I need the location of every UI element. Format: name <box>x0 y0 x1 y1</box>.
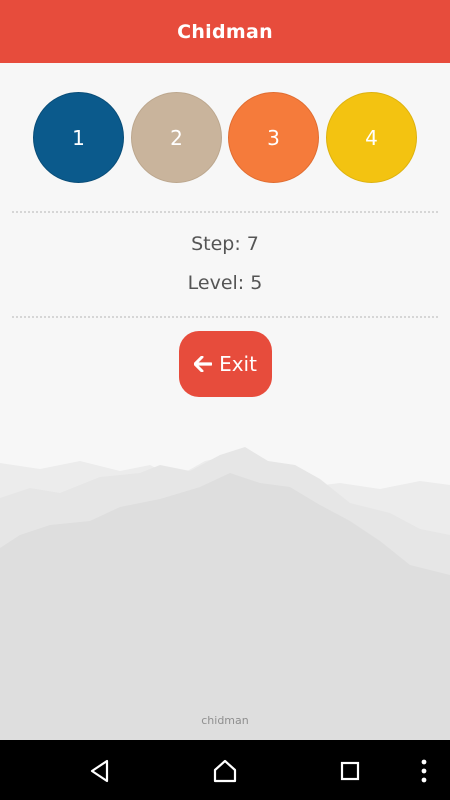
exit-button[interactable]: Exit <box>179 331 272 397</box>
app-title: Chidman <box>177 20 273 43</box>
exit-label: Exit <box>219 352 257 376</box>
system-nav-bar <box>0 740 450 800</box>
top-divider <box>12 211 438 213</box>
bottom-divider <box>12 316 438 318</box>
mountain-background <box>0 447 450 740</box>
game-screen: 1 2 3 4 Step: 7 Level: 5 Exit chidman <box>0 63 450 740</box>
arrow-left-icon <box>194 356 213 372</box>
app-bar: Chidman <box>0 0 450 63</box>
home-icon[interactable] <box>212 758 238 784</box>
back-icon[interactable] <box>87 758 113 784</box>
circle-button-2[interactable]: 2 <box>131 92 222 183</box>
level-indicator: Level: 5 <box>187 272 263 294</box>
more-icon[interactable] <box>418 757 430 785</box>
circle-button-1[interactable]: 1 <box>33 92 124 183</box>
footer-text: chidman <box>201 714 249 727</box>
circle-button-4[interactable]: 4 <box>326 92 417 183</box>
recents-icon[interactable] <box>337 758 363 784</box>
step-counter: Step: 7 <box>191 233 259 255</box>
circle-button-3[interactable]: 3 <box>228 92 319 183</box>
color-circles: 1 2 3 4 <box>0 92 450 184</box>
